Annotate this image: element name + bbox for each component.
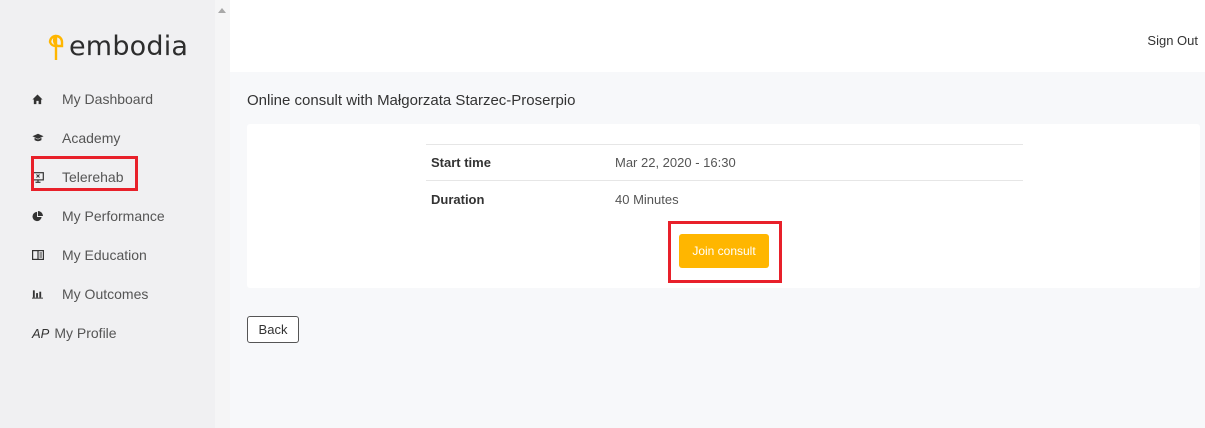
pie-chart-icon — [32, 210, 52, 222]
sign-out-link[interactable]: Sign Out — [1147, 33, 1198, 48]
scroll-up-arrow-icon[interactable] — [218, 8, 226, 13]
join-consult-highlight-box — [668, 221, 782, 283]
sidebar-item-my-education[interactable]: My Education — [32, 236, 147, 274]
avatar-initials: AP — [32, 325, 50, 341]
sidebar-item-label: My Outcomes — [62, 286, 149, 302]
sidebar: embodia My Dashboard Academy Telerehab M… — [0, 0, 215, 428]
bar-chart-icon — [32, 289, 52, 299]
consult-details-table: Start time Mar 22, 2020 - 16:30 Duration… — [426, 144, 1023, 217]
sidebar-item-label: My Dashboard — [62, 91, 154, 107]
sidebar-item-my-profile[interactable]: AP My Profile — [32, 314, 117, 352]
brand-name: embodia — [69, 31, 189, 62]
back-button[interactable]: Back — [247, 316, 299, 343]
detail-row-start-time: Start time Mar 22, 2020 - 16:30 — [426, 145, 1023, 181]
detail-value: Mar 22, 2020 - 16:30 — [615, 155, 736, 170]
page-title: Online consult with Małgorzata Starzec-P… — [247, 92, 576, 109]
graduation-cap-icon — [32, 133, 52, 143]
main-content: Online consult with Małgorzata Starzec-P… — [230, 72, 1205, 428]
home-icon — [32, 93, 52, 105]
consult-details-card: Start time Mar 22, 2020 - 16:30 Duration… — [247, 124, 1200, 288]
book-open-icon — [32, 250, 52, 260]
sidebar-scrollbar[interactable] — [215, 0, 230, 428]
detail-row-duration: Duration 40 Minutes — [426, 181, 1023, 217]
top-header: Sign Out — [230, 0, 1205, 72]
sidebar-item-my-outcomes[interactable]: My Outcomes — [32, 275, 148, 313]
sidebar-item-label: My Education — [62, 247, 147, 263]
detail-label: Duration — [431, 191, 485, 207]
sidebar-item-label: My Performance — [62, 208, 165, 224]
sidebar-item-my-dashboard[interactable]: My Dashboard — [32, 80, 153, 118]
sidebar-item-academy[interactable]: Academy — [32, 119, 120, 157]
brand-logo[interactable]: embodia — [44, 26, 188, 62]
detail-value: 40 Minutes — [615, 191, 679, 207]
sidebar-item-my-performance[interactable]: My Performance — [32, 197, 165, 235]
embodia-logo-icon — [48, 34, 64, 60]
telerehab-highlight-box — [31, 156, 138, 191]
sidebar-item-label: My Profile — [54, 325, 117, 341]
sidebar-item-label: Academy — [62, 130, 121, 146]
detail-label: Start time — [431, 155, 491, 170]
